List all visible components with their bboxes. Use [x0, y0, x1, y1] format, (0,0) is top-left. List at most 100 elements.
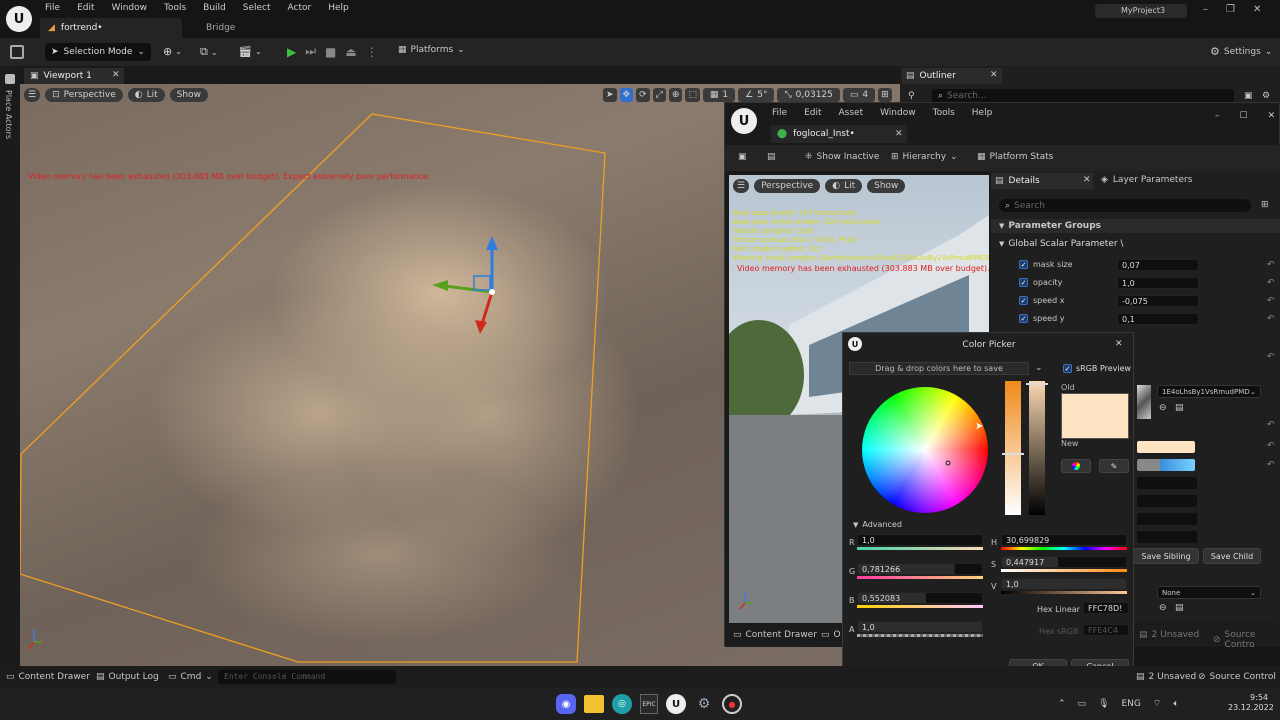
param-value-input[interactable]: [1137, 477, 1197, 489]
perspective-button[interactable]: ⊡ Perspective: [45, 88, 123, 102]
save-child-button[interactable]: Save Child: [1203, 548, 1261, 564]
outliner-tab[interactable]: ▤ Outliner: [902, 68, 1002, 84]
menu-help[interactable]: Help: [328, 3, 349, 13]
texture-thumbnail[interactable]: [1137, 385, 1151, 419]
browser-icon[interactable]: ◎: [612, 694, 632, 714]
stop-icon[interactable]: ■: [325, 45, 336, 59]
reset-icon[interactable]: ↶: [1267, 296, 1275, 306]
move-tool-button[interactable]: ✥: [619, 88, 634, 102]
menu-tools[interactable]: Tools: [933, 108, 955, 118]
param-value-input[interactable]: [1137, 495, 1197, 507]
tray-app-icon[interactable]: ▭: [1078, 699, 1087, 709]
place-actors-icon[interactable]: [5, 74, 15, 84]
source-control-button[interactable]: ⊘ Source Contro: [1213, 630, 1280, 650]
outliner-settings-icon[interactable]: ⚙: [1262, 91, 1270, 101]
color-wheel[interactable]: [860, 385, 990, 515]
unsaved-button[interactable]: ▤ 2 Unsaved: [1139, 630, 1199, 640]
unreal-engine-icon[interactable]: U: [666, 694, 686, 714]
console-command-input[interactable]: Enter Console Command: [218, 670, 396, 684]
b-slider[interactable]: [857, 605, 983, 608]
settings-button[interactable]: ⚙ Settings ⌄: [1210, 45, 1272, 58]
hex-linear-input[interactable]: FFC78D!: [1083, 602, 1129, 614]
save-icon[interactable]: [10, 45, 24, 59]
color-wheel-mode-button[interactable]: [1061, 459, 1091, 473]
param-value-input[interactable]: 0,07: [1117, 259, 1199, 271]
tray-chevron-icon[interactable]: ⌃: [1058, 699, 1066, 709]
blueprint-button[interactable]: ⧉ ⌄: [200, 45, 218, 59]
browse-asset-icon[interactable]: ▤: [1175, 403, 1184, 413]
preview-menu-button[interactable]: ☰: [733, 179, 750, 193]
menu-file[interactable]: File: [45, 3, 60, 13]
save-icon[interactable]: ▣: [738, 152, 747, 162]
material-tab[interactable]: ⬤ foglocal_Inst•: [771, 125, 907, 143]
r-input[interactable]: 1,0: [857, 534, 983, 546]
play-icon[interactable]: ▶: [287, 45, 296, 59]
step-icon[interactable]: ⏭: [305, 44, 316, 59]
hierarchy-button[interactable]: ⊞ Hierarchy ⌄: [891, 152, 958, 162]
cmd-dropdown[interactable]: ▭ Cmd ⌄: [168, 672, 213, 682]
more-options-icon[interactable]: ⋮: [366, 45, 378, 59]
srgb-checkbox[interactable]: ✓: [1063, 364, 1072, 373]
saturation-slider[interactable]: [1005, 381, 1021, 515]
viewport-tab[interactable]: ▣ Viewport 1: [24, 68, 124, 84]
b-input[interactable]: 0,552083: [857, 592, 983, 604]
menu-actor[interactable]: Actor: [288, 3, 312, 13]
param-enabled-checkbox[interactable]: ✓: [1019, 314, 1028, 323]
layer-parameters-tab[interactable]: ◈ Layer Parameters: [1101, 175, 1192, 185]
scale-snap-button[interactable]: ⤡ 0,03125: [777, 88, 840, 102]
reset-icon[interactable]: ↶: [1267, 460, 1275, 470]
show-button[interactable]: Show: [169, 88, 208, 102]
menu-edit[interactable]: Edit: [804, 108, 821, 118]
select-tool-button[interactable]: ➤: [603, 88, 617, 102]
param-enabled-checkbox[interactable]: ✓: [1019, 260, 1028, 269]
show-inactive-button[interactable]: ⁜ Show Inactive: [805, 152, 879, 162]
a-input[interactable]: 1,0: [857, 621, 983, 633]
clock[interactable]: 9:54 23.12.2022: [1228, 693, 1274, 713]
eyedropper-button[interactable]: ✎: [1099, 459, 1129, 473]
h-slider[interactable]: [1001, 547, 1127, 550]
bridge-tab[interactable]: Bridge: [206, 23, 235, 33]
place-actors-tab[interactable]: Place Actors: [4, 90, 13, 139]
menu-window[interactable]: Window: [112, 3, 148, 13]
selection-mode-button[interactable]: ➤ Selection Mode ⌄: [45, 43, 151, 61]
camera-speed-button[interactable]: ▭ 4: [842, 88, 876, 102]
reset-icon[interactable]: ↶: [1267, 352, 1275, 362]
color-swatch[interactable]: [1137, 441, 1195, 453]
srgb-preview-toggle[interactable]: ✓ sRGB Preview: [1063, 364, 1131, 373]
cinematics-button[interactable]: 🎬︎ ⌄: [238, 45, 262, 58]
world-local-button[interactable]: ⊕: [668, 88, 683, 102]
menu-window[interactable]: Window: [880, 108, 916, 118]
microphone-icon[interactable]: 🎙︎: [1098, 699, 1109, 709]
platform-stats-button[interactable]: ▦ Platform Stats: [977, 152, 1053, 162]
platforms-button[interactable]: ▦ Platforms ⌄: [398, 45, 465, 55]
reset-icon[interactable]: ↶: [1267, 441, 1275, 451]
output-log-button[interactable]: ▤ Output Log: [96, 672, 159, 682]
viewport-menu-button[interactable]: ☰: [24, 88, 41, 102]
rotate-tool-button[interactable]: ⟳: [636, 88, 650, 102]
g-slider[interactable]: [857, 576, 983, 579]
epic-games-icon[interactable]: EPIC: [640, 694, 658, 714]
language-indicator[interactable]: ENG: [1122, 699, 1141, 709]
settings-app-icon[interactable]: ⚙: [694, 694, 714, 714]
menu-build[interactable]: Build: [203, 3, 226, 13]
app-icon[interactable]: ●: [722, 694, 742, 714]
details-tab[interactable]: ▤ Details: [991, 173, 1093, 189]
reset-icon[interactable]: ↶: [1267, 314, 1275, 324]
param-value-input[interactable]: 1,0: [1117, 277, 1199, 289]
v-slider[interactable]: [1001, 591, 1127, 594]
use-asset-icon[interactable]: ⊖: [1159, 403, 1167, 413]
minimize-icon[interactable]: –: [1215, 111, 1220, 121]
maximize-icon[interactable]: ❐: [1226, 4, 1235, 15]
global-scalar-header[interactable]: ▼ Global Scalar Parameter \: [991, 237, 1280, 251]
browse-asset-icon[interactable]: ▤: [1175, 603, 1184, 613]
details-close-icon[interactable]: ✕: [1083, 175, 1091, 185]
minimize-icon[interactable]: –: [1203, 4, 1208, 15]
texture-dropdown[interactable]: 1E4oLhsBy1VsRmudPMDED ⌄: [1157, 385, 1261, 398]
gradient-swatch[interactable]: [1137, 459, 1195, 471]
r-slider[interactable]: [857, 547, 983, 550]
menu-asset[interactable]: Asset: [839, 108, 864, 118]
menu-help[interactable]: Help: [972, 108, 993, 118]
volume-icon[interactable]: 🔈︎: [1173, 699, 1178, 709]
windows-start-icon[interactable]: [528, 694, 548, 714]
surface-snap-button[interactable]: ⬚: [685, 88, 700, 102]
